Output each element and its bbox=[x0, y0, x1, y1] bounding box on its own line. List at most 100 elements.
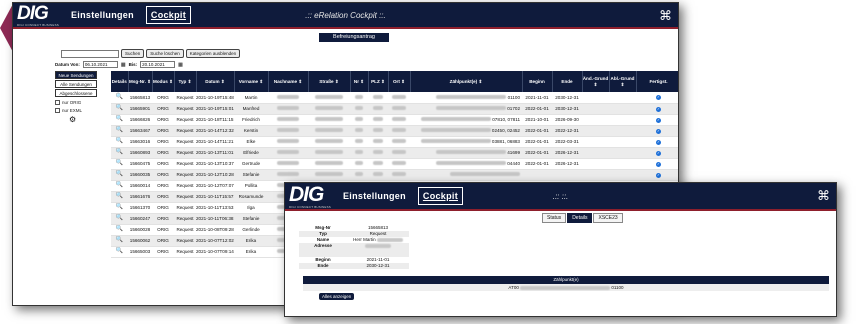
vorname: Gerlinde bbox=[234, 224, 268, 236]
vorname: Erika bbox=[234, 235, 268, 247]
table-row[interactable]: 🔍 15660475ORIGRequest2021-10-13T10:37:48G… bbox=[111, 158, 678, 170]
check-icon: ✓ bbox=[656, 139, 661, 145]
magnifier-icon[interactable]: 🔍 bbox=[116, 237, 123, 243]
show-all-button[interactable]: Alles anzeigen bbox=[319, 293, 355, 300]
magnifier-icon[interactable]: 🔍 bbox=[116, 193, 123, 199]
calendar-icon[interactable]: ▦ bbox=[121, 62, 126, 68]
ende: 2026-09-30 bbox=[552, 114, 582, 126]
magnifier-icon[interactable]: 🔍 bbox=[116, 138, 123, 144]
aend-grund bbox=[582, 114, 609, 126]
datum: 2021-10-08T09:28:22 bbox=[196, 224, 234, 236]
date-to-input[interactable]: 20.10.2021 bbox=[140, 61, 176, 68]
redacted-cell bbox=[268, 158, 308, 170]
magnifier-icon[interactable]: 🔍 bbox=[116, 116, 123, 122]
column-header[interactable]: Ende bbox=[552, 71, 583, 92]
network-icon[interactable]: ⌘ bbox=[817, 188, 830, 204]
tab-xsce23[interactable]: XSCE23 bbox=[593, 213, 623, 223]
filter-orig[interactable]: nur ORIG bbox=[55, 100, 111, 105]
table-row[interactable]: 🔍 15663016ORIGRequest2021-10-14T11:21:59E… bbox=[111, 136, 678, 148]
column-header[interactable]: Beginn bbox=[522, 71, 553, 92]
clear-search-button[interactable]: Suche löschen bbox=[146, 49, 184, 58]
table-row[interactable]: 🔍 15663467ORIGRequest2021-10-14T12:32:58K… bbox=[111, 125, 678, 137]
search-input[interactable] bbox=[61, 49, 119, 58]
nav-settings[interactable]: Einstellungen bbox=[339, 188, 410, 204]
column-header[interactable]: Ort ⇕ bbox=[388, 71, 411, 92]
datum: 2021-10-11T15:57:46 bbox=[196, 191, 234, 203]
datum: 2021-10-07T12:02:56 bbox=[196, 235, 234, 247]
column-header[interactable]: Nachname ⇕ bbox=[268, 71, 309, 92]
table-row[interactable]: 🔍 15665813ORIGRequest2021-10-19T15:48:45M… bbox=[111, 92, 678, 104]
typ: Request bbox=[174, 136, 196, 148]
completed-button[interactable]: Abgeschlossene bbox=[55, 89, 97, 97]
datum: 2021-10-19T15:48:45 bbox=[196, 92, 234, 104]
column-header[interactable]: Zählpunkt(e) ⇕ bbox=[410, 71, 523, 92]
msg-nr: 15660035 bbox=[128, 169, 152, 181]
magnifier-icon[interactable]: 🔍 bbox=[116, 149, 123, 155]
detail-value: 2021-11-01 bbox=[366, 257, 390, 262]
hide-categories-button[interactable]: Kategorien ausblenden bbox=[185, 49, 241, 58]
column-header[interactable]: Msg-Nr. ⇕ bbox=[128, 71, 153, 92]
aend-grund bbox=[582, 92, 609, 104]
table-row[interactable]: 🔍 15660035ORIGRequest2021-10-12T10:28:14S… bbox=[111, 169, 678, 181]
redacted-cell bbox=[268, 147, 308, 159]
column-header[interactable]: Abl.-Grund ⇕ bbox=[609, 71, 637, 92]
column-header[interactable]: Typ ⇕ bbox=[174, 71, 197, 92]
modus: ORIG bbox=[152, 191, 174, 203]
column-header[interactable]: PLZ ⇕ bbox=[368, 71, 389, 92]
magnifier-icon[interactable]: 🔍 bbox=[116, 226, 123, 232]
network-icon[interactable]: ⌘ bbox=[659, 8, 672, 24]
typ: Request bbox=[174, 213, 196, 225]
redacted-cell bbox=[388, 169, 410, 181]
table-row[interactable]: 🔍 15666826ORIGRequest2021-10-18T11:15:57F… bbox=[111, 114, 678, 126]
column-header[interactable]: Fertigst. bbox=[636, 71, 678, 92]
typ: Request bbox=[174, 92, 196, 104]
magnifier-icon[interactable]: 🔍 bbox=[116, 94, 123, 100]
table-row[interactable]: 🔍 15665901ORIGRequest2021-10-19T15:01:47M… bbox=[111, 103, 678, 115]
nav-cockpit[interactable]: Cockpit bbox=[417, 187, 463, 205]
tab-details[interactable]: Details bbox=[567, 213, 593, 223]
modus: ORIG bbox=[152, 246, 174, 258]
filter-exml[interactable]: nur EXML bbox=[55, 108, 111, 113]
redacted-cell bbox=[388, 92, 410, 104]
tab-status[interactable]: Status bbox=[542, 213, 567, 223]
typ: Request bbox=[174, 180, 196, 192]
checkbox[interactable] bbox=[55, 108, 60, 113]
magnifier-icon[interactable]: 🔍 bbox=[116, 215, 123, 221]
magnifier-icon[interactable]: 🔍 bbox=[116, 105, 123, 111]
magnifier-icon[interactable]: 🔍 bbox=[116, 160, 123, 166]
vorname: Stefanie bbox=[234, 213, 268, 225]
datum: 2021-10-11T13:53:55 bbox=[196, 202, 234, 214]
calendar-icon[interactable]: ▦ bbox=[178, 62, 183, 68]
search-button[interactable]: Suchen bbox=[121, 49, 145, 58]
typ: Request bbox=[174, 246, 196, 258]
column-header[interactable]: Modus ⇕ bbox=[152, 71, 175, 92]
magnifier-icon[interactable]: 🔍 bbox=[116, 204, 123, 210]
zp-tail: 07810, 07811 bbox=[492, 116, 520, 122]
table-row[interactable]: 🔍 15660893ORIGRequest2021-10-13T11:01:32E… bbox=[111, 147, 678, 159]
column-header[interactable]: Vorname ⇕ bbox=[234, 71, 269, 92]
column-header[interactable]: Nr ⇕ bbox=[350, 71, 369, 92]
new-shipments-button[interactable]: Neue Sendungen bbox=[55, 71, 97, 79]
magnifier-icon[interactable]: 🔍 bbox=[116, 171, 123, 177]
checkbox[interactable] bbox=[55, 100, 60, 105]
all-shipments-button[interactable]: Alle Sendungen bbox=[55, 80, 97, 88]
redacted-value bbox=[376, 237, 403, 242]
column-header[interactable]: Datum ⇕ bbox=[196, 71, 235, 92]
detail-tabs: Status Details XSCE23 bbox=[542, 213, 623, 223]
column-header[interactable]: Änd.-Grund ⇕ bbox=[582, 71, 610, 92]
beginn: 2022-01-01 bbox=[522, 147, 552, 159]
gear-icon[interactable]: ⚙ bbox=[69, 115, 111, 124]
typ: Request bbox=[174, 169, 196, 181]
magnifier-icon[interactable]: 🔍 bbox=[116, 182, 123, 188]
magnifier-icon[interactable]: 🔍 bbox=[116, 248, 123, 254]
abl-grund bbox=[609, 158, 636, 170]
redacted-cell bbox=[350, 158, 368, 170]
column-header[interactable]: Details bbox=[111, 71, 129, 92]
nav-cockpit[interactable]: Cockpit bbox=[145, 6, 191, 24]
magnifier-icon[interactable]: 🔍 bbox=[116, 127, 123, 133]
msg-nr: 15660247 bbox=[128, 213, 152, 225]
aend-grund bbox=[582, 136, 609, 148]
nav-settings[interactable]: Einstellungen bbox=[67, 7, 138, 23]
date-from-input[interactable]: 06.10.2021 bbox=[82, 61, 118, 68]
column-header[interactable]: Straße ⇕ bbox=[308, 71, 351, 92]
